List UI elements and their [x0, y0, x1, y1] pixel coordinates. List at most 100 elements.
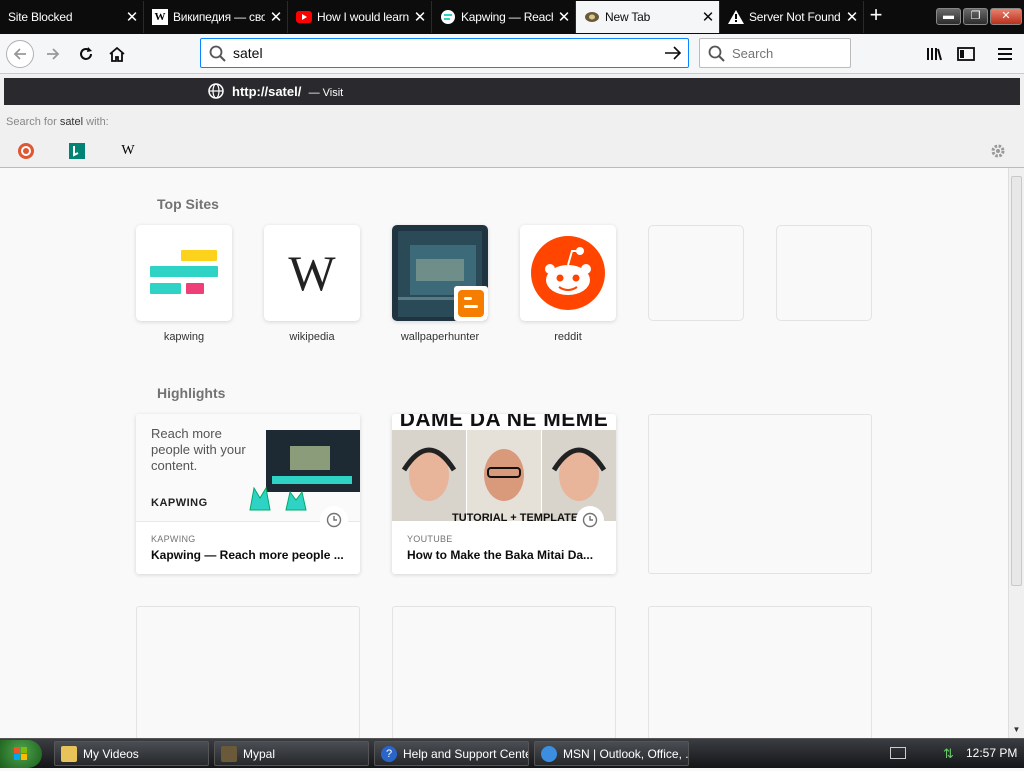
search-for-label: Search for satel with:: [6, 116, 109, 128]
visit-suggestion-row[interactable]: http://satel/ — Visit: [4, 78, 1020, 105]
card-source: KAPWING: [151, 534, 196, 544]
taskbar-item-msn[interactable]: MSN | Outlook, Office, ...: [534, 741, 689, 766]
screenshot-collage-icon: [249, 430, 360, 511]
taskbar-item-label: MSN | Outlook, Office, ...: [563, 746, 689, 761]
search-for-term: satel: [59, 116, 84, 128]
reddit-logo-icon: [531, 236, 605, 310]
tab-kapwing[interactable]: Kapwing — Reach ✕: [432, 1, 576, 33]
tab-title: Kapwing — Reach: [461, 10, 553, 24]
tab-site-blocked[interactable]: Site Blocked ✕: [0, 1, 144, 33]
close-tab-icon[interactable]: ✕: [409, 8, 431, 26]
tab-title: Википедия — сво: [173, 10, 265, 24]
top-site-reddit[interactable]: [520, 225, 616, 321]
close-window-button[interactable]: ✕: [990, 8, 1022, 25]
tab-title: How I would learn: [317, 10, 409, 24]
keyboard-icon[interactable]: [890, 747, 906, 759]
minimize-button[interactable]: ▬: [936, 8, 961, 25]
url-bar[interactable]: satel: [200, 38, 689, 68]
card-source: YOUTUBE: [407, 534, 453, 544]
highlight-card-empty: [648, 606, 872, 738]
duckduckgo-icon[interactable]: [17, 142, 35, 160]
search-for-suffix: with:: [86, 116, 109, 128]
taskbar-item-mypal[interactable]: Mypal: [214, 741, 369, 766]
bing-icon[interactable]: [68, 142, 86, 160]
globe-icon: [208, 83, 224, 102]
card-image: Reach more people with your content. KAP…: [136, 414, 360, 521]
top-site-label: reddit: [554, 331, 582, 343]
card-image-text: Reach more people with your content.: [151, 426, 246, 473]
taskbar-item-my-videos[interactable]: My Videos: [54, 741, 209, 766]
tab-wikipedia[interactable]: W Википедия — сво ✕: [144, 1, 288, 33]
windows-logo-icon: [14, 747, 27, 760]
highlight-card-youtube[interactable]: DAME DA NE MEME TUTORIAL + TEMPLATES YOU…: [392, 414, 616, 574]
library-icon[interactable]: [921, 40, 949, 68]
card-image: DAME DA NE MEME TUTORIAL + TEMPLATES: [392, 414, 616, 521]
folder-icon: [61, 745, 77, 762]
maximize-button[interactable]: ❐: [963, 8, 988, 25]
forward-button[interactable]: [39, 40, 67, 68]
card-title: How to Make the Baka Mitai Da...: [407, 548, 594, 562]
top-site-kapwing[interactable]: [136, 225, 232, 321]
highlight-card-empty: [136, 606, 360, 738]
close-tab-icon[interactable]: ✕: [841, 8, 863, 26]
taskbar-item-help[interactable]: ? Help and Support Center: [374, 741, 529, 766]
kapwing-icon: [440, 9, 456, 25]
scroll-down-arrow-icon[interactable]: ▼: [1011, 725, 1022, 736]
network-icon[interactable]: ⇅: [943, 746, 959, 762]
url-suggestion-dropdown: http://satel/ — Visit Search for satel w…: [0, 74, 1024, 168]
top-site-label: wikipedia: [289, 331, 335, 343]
taskbar-item-label: My Videos: [83, 746, 139, 761]
taskbar-clock[interactable]: 12:57 PM: [966, 746, 1017, 760]
go-arrow-icon[interactable]: [664, 45, 682, 64]
new-tab-button[interactable]: +: [864, 4, 888, 28]
search-box[interactable]: Search: [699, 38, 851, 68]
top-site-label: kapwing: [163, 331, 205, 343]
gear-icon[interactable]: [989, 142, 1007, 160]
mypal-icon: [221, 745, 237, 762]
blogger-icon: [454, 286, 488, 321]
firefox-icon: [584, 9, 600, 25]
tab-title: Server Not Found: [749, 10, 841, 24]
kapwing-logo-icon: [150, 250, 218, 294]
top-site-label: wallpaperhunter: [400, 331, 480, 343]
meme-subtitle-text: TUTORIAL + TEMPLATES: [452, 512, 586, 521]
wikipedia-icon[interactable]: W: [119, 142, 137, 160]
sidebar-icon[interactable]: [952, 40, 980, 68]
wikipedia-logo-icon: W: [288, 245, 336, 301]
search-icon: [708, 45, 725, 65]
top-site-empty: [648, 225, 744, 321]
reload-button[interactable]: [72, 40, 100, 68]
search-for-prefix: Search for: [6, 116, 57, 128]
highlight-card-kapwing[interactable]: Reach more people with your content. KAP…: [136, 414, 360, 574]
tab-title: New Tab: [605, 10, 651, 24]
vertical-scrollbar[interactable]: ▼: [1008, 168, 1024, 738]
close-tab-icon[interactable]: ✕: [121, 8, 143, 26]
card-title: Kapwing — Reach more people ...: [151, 548, 344, 562]
suggestion-host: satel: [268, 84, 298, 99]
taskbar-item-label: Mypal: [243, 746, 276, 761]
close-tab-icon[interactable]: ✕: [697, 8, 719, 26]
top-site-empty: [776, 225, 872, 321]
scrollbar-thumb[interactable]: [1011, 176, 1022, 586]
top-site-wallpaperhunter[interactable]: [392, 225, 488, 321]
highlights-heading: Highlights: [157, 385, 226, 401]
navigation-toolbar: satel Search: [0, 34, 1024, 74]
search-input[interactable]: Search: [732, 46, 773, 61]
clock-icon: [576, 506, 604, 534]
suggestion-suffix: /: [297, 84, 302, 99]
tab-youtube[interactable]: How I would learn ✕: [288, 1, 432, 33]
url-input[interactable]: satel: [233, 45, 263, 61]
menu-icon[interactable]: [992, 40, 1020, 68]
youtube-icon: [296, 9, 312, 25]
new-tab-content: Top Sites kapwing W wikipedia wallpaperh…: [0, 168, 1008, 738]
top-sites-heading: Top Sites: [157, 196, 219, 212]
close-tab-icon[interactable]: ✕: [265, 8, 287, 26]
tab-server-not-found[interactable]: Server Not Found ✕: [720, 1, 864, 33]
top-site-wikipedia[interactable]: W: [264, 225, 360, 321]
back-button[interactable]: [6, 40, 34, 68]
tab-new-tab[interactable]: New Tab ✕: [576, 1, 720, 33]
close-tab-icon[interactable]: ✕: [553, 8, 575, 26]
start-button[interactable]: [0, 740, 42, 768]
home-button[interactable]: [103, 40, 131, 68]
warning-icon: [728, 9, 744, 25]
